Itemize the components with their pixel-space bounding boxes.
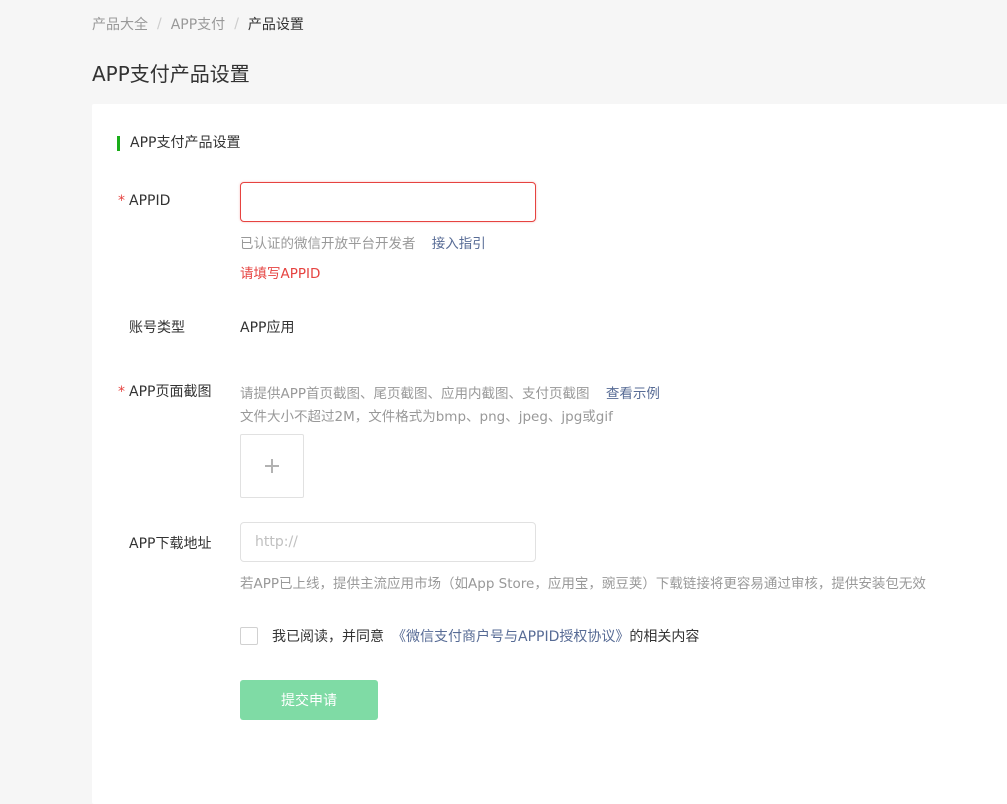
settings-card: APP支付产品设置 * APPID 已认证的微信开放平台开发者 接入指引 请填写A… bbox=[92, 104, 1007, 804]
download-url-hint: 若APP已上线，提供主流应用市场（如App Store，应用宝，豌豆荚）下载链接… bbox=[240, 576, 926, 592]
plus-icon bbox=[265, 459, 279, 473]
account-type-value: APP应用 bbox=[240, 320, 295, 336]
screenshot-file-hint: 文件大小不超过2M，文件格式为bmp、png、jpeg、jpg或gif bbox=[240, 409, 613, 425]
download-url-input[interactable] bbox=[240, 522, 536, 562]
submit-button[interactable]: 提交申请 bbox=[240, 680, 378, 720]
view-example-link[interactable]: 查看示例 bbox=[606, 386, 660, 402]
agreement-prefix: 我已阅读，并同意 bbox=[272, 629, 384, 645]
appid-label-text: APPID bbox=[129, 193, 171, 209]
breadcrumb-separator: / bbox=[234, 16, 239, 32]
breadcrumb: 产品大全 / APP支付 / 产品设置 bbox=[92, 14, 304, 34]
breadcrumb-item-app-pay[interactable]: APP支付 bbox=[171, 14, 225, 34]
download-url-label: APP下载地址 bbox=[129, 536, 212, 552]
screenshot-label-text: APP页面截图 bbox=[129, 384, 212, 400]
appid-hint: 已认证的微信开放平台开发者 接入指引 bbox=[240, 232, 486, 252]
screenshot-hint: 请提供APP首页截图、尾页截图、应用内截图、支付页截图 查看示例 bbox=[240, 382, 660, 402]
breadcrumb-item-products[interactable]: 产品大全 bbox=[92, 14, 148, 34]
breadcrumb-separator: / bbox=[157, 16, 162, 32]
screenshot-hint-text: 请提供APP首页截图、尾页截图、应用内截图、支付页截图 bbox=[240, 386, 590, 402]
appid-label: * APPID bbox=[118, 193, 170, 209]
appid-error: 请填写APPID bbox=[240, 266, 321, 282]
page-title: APP支付产品设置 bbox=[92, 62, 250, 86]
appid-input[interactable] bbox=[240, 182, 536, 222]
account-type-label: 账号类型 bbox=[129, 320, 185, 336]
agreement-link[interactable]: 《微信支付商户号与APPID授权协议》 bbox=[392, 626, 629, 646]
section-title: APP支付产品设置 bbox=[117, 136, 240, 151]
required-mark: * bbox=[118, 384, 125, 400]
required-mark: * bbox=[118, 193, 125, 209]
agreement-suffix: 的相关内容 bbox=[629, 629, 700, 645]
breadcrumb-item-current: 产品设置 bbox=[247, 17, 304, 33]
integration-guide-link[interactable]: 接入指引 bbox=[432, 236, 486, 252]
agreement-checkbox[interactable] bbox=[240, 627, 258, 645]
agreement-row: 我已阅读，并同意 《微信支付商户号与APPID授权协议》 的相关内容 bbox=[240, 626, 699, 646]
screenshot-label: * APP页面截图 bbox=[118, 381, 211, 401]
appid-hint-text: 已认证的微信开放平台开发者 bbox=[240, 236, 416, 252]
screenshot-upload-button[interactable] bbox=[240, 434, 304, 498]
